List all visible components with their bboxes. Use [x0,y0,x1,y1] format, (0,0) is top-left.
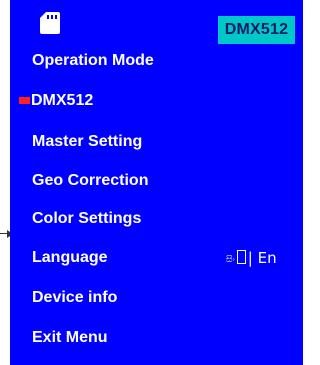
language-alt-script: සිං [226,255,235,265]
osd-menu-screen: DMX512 Operation Mode DMX512 Master Sett… [10,0,303,365]
menu-item-dmx512[interactable]: DMX512 [31,91,93,111]
current-mode-badge: DMX512 [218,16,295,44]
selection-marker [19,97,30,104]
language-current: | En [247,249,277,267]
menu-item-color-settings[interactable]: Color Settings [32,209,141,229]
menu-item-device-info[interactable]: Device info [32,288,117,308]
menu-item-master-setting[interactable]: Master Setting [32,132,142,152]
sd-card-icon [40,12,60,34]
missing-glyph-box [236,250,246,264]
menu-item-exit-menu[interactable]: Exit Menu [32,328,108,348]
menu-item-operation-mode[interactable]: Operation Mode [32,51,154,71]
menu-item-geo-correction[interactable]: Geo Correction [32,171,148,191]
language-value[interactable]: සිං | En [226,249,277,269]
menu-item-language[interactable]: Language [32,248,108,268]
